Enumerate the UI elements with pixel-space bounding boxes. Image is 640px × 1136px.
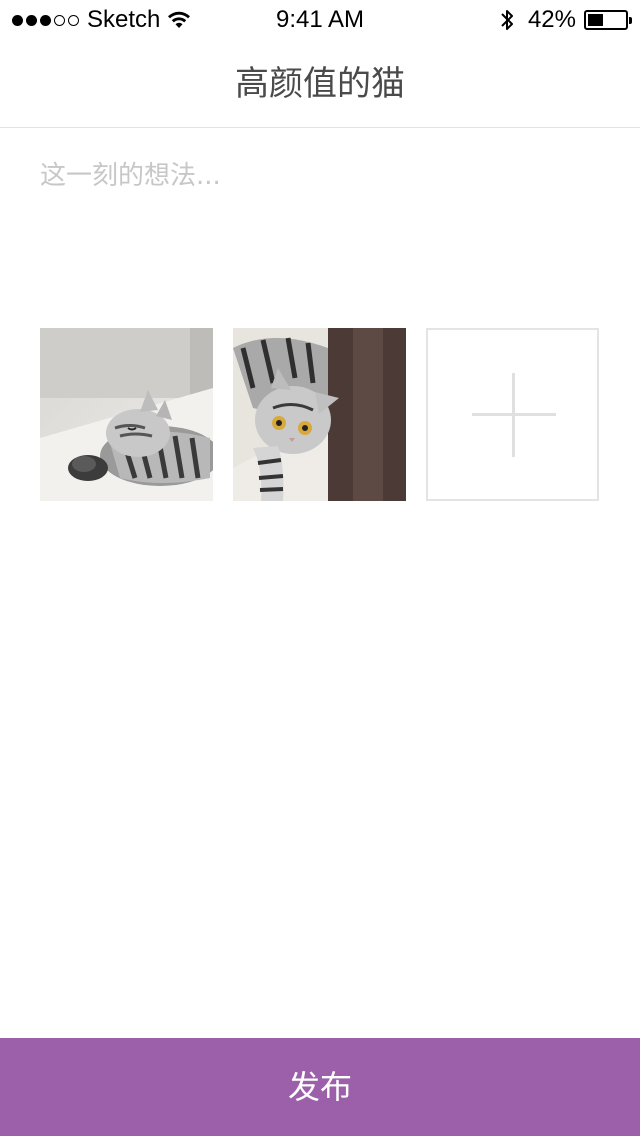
- add-photo-button[interactable]: [426, 328, 599, 501]
- battery-icon: [584, 10, 632, 30]
- photo-thumbnail-cat-looking-up[interactable]: [233, 328, 406, 501]
- page-title: 高颜值的猫: [235, 64, 405, 104]
- thought-input[interactable]: [40, 156, 600, 296]
- photo-grid: [40, 328, 600, 501]
- photo-thumbnail-sleeping-cat[interactable]: [40, 328, 213, 501]
- battery-percent: 42%: [527, 6, 576, 33]
- status-right: 42%: [498, 6, 632, 34]
- battery-level-fill: [588, 14, 604, 26]
- bluetooth-icon: [501, 10, 513, 30]
- status-bar: Sketch 9:41 AM 42%: [0, 0, 640, 40]
- publish-button[interactable]: 发布: [0, 1038, 640, 1136]
- navigation-bar: 高颜值的猫: [0, 40, 640, 128]
